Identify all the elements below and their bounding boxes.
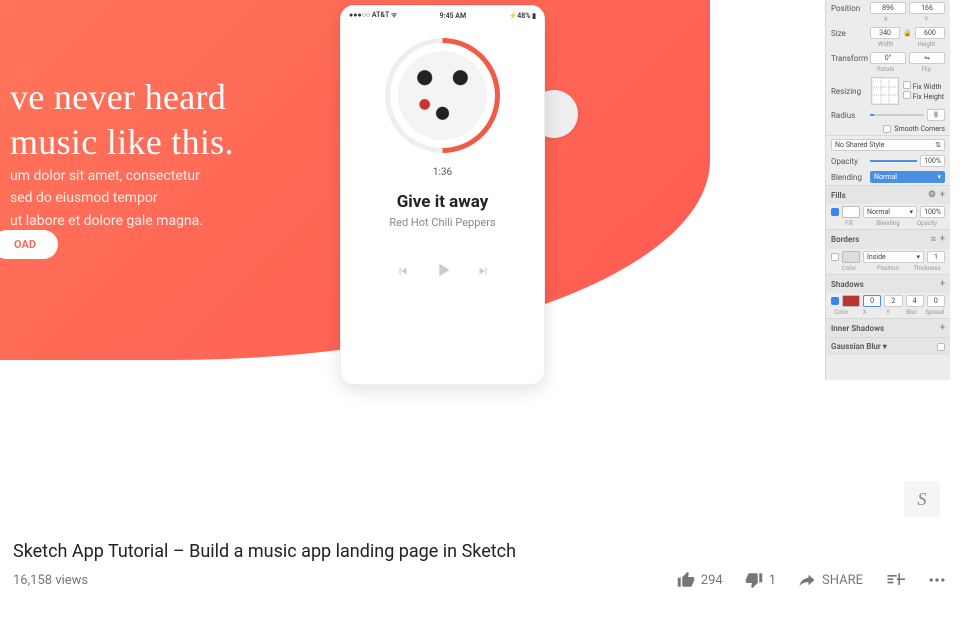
shadow-y-field[interactable]: 2 [884, 295, 902, 307]
border-thickness-field[interactable]: 1 [927, 251, 945, 263]
more-actions-button[interactable] [927, 570, 947, 590]
hero-body-line2: sed do eiusmod tempor [10, 187, 203, 209]
hero-headline-line2: music like this. [10, 120, 234, 165]
border-color-swatch[interactable] [842, 251, 860, 263]
dislike-count: 1 [769, 573, 776, 588]
rotate-field[interactable]: 0° [870, 52, 906, 64]
blending-label: Blending [831, 173, 867, 182]
lock-icon[interactable]: 🔒 [903, 29, 912, 37]
borders-section: Borders [831, 235, 859, 244]
view-count: 16,158 views [13, 573, 88, 588]
video-title: Sketch App Tutorial – Build a music app … [13, 541, 947, 562]
album-progress-ring [385, 38, 500, 153]
fix-height-checkbox[interactable]: Fix Height [903, 91, 945, 101]
share-label: SHARE [822, 573, 863, 588]
opacity-label: Opacity [831, 157, 867, 166]
hero-body: um dolor sit amet, consectetur sed do ei… [10, 165, 203, 232]
video-meta: Sketch App Tutorial – Build a music app … [13, 541, 947, 590]
sketch-canvas: ve never heard music like this. um dolor… [10, 0, 950, 527]
shadows-section: Shadows [831, 280, 864, 289]
track-artist: Red Hot Chili Peppers [341, 216, 544, 229]
like-button[interactable]: 294 [677, 571, 723, 589]
add-shadow-icon[interactable]: + [940, 279, 945, 289]
hero-body-line1: um dolor sit amet, consectetur [10, 165, 203, 187]
position-x-field[interactable]: 896 [870, 2, 906, 14]
smooth-corners-checkbox[interactable] [883, 125, 891, 133]
shadow-enabled-checkbox[interactable] [831, 297, 839, 305]
fill-color-swatch[interactable] [842, 206, 860, 218]
position-label: Position [831, 4, 867, 13]
carrier-label: ●●●○○ AT&T ᯤ [349, 11, 397, 20]
share-button[interactable]: SHARE [798, 571, 863, 589]
flip-control[interactable]: ⇋ [909, 52, 945, 64]
hero-headline-line1: ve never heard [10, 75, 234, 120]
resizing-label: Resizing [831, 87, 867, 96]
opacity-slider[interactable] [870, 160, 917, 162]
dislike-button[interactable]: 1 [745, 571, 776, 589]
next-track-icon[interactable] [476, 263, 490, 282]
shadow-spread-field[interactable]: 0 [927, 295, 945, 307]
shadow-x-field[interactable]: 0 [863, 295, 881, 307]
hero-headline: ve never heard music like this. [10, 75, 234, 165]
fill-enabled-checkbox[interactable] [831, 208, 839, 216]
battery-label: ⚡48% ▮ [509, 12, 536, 20]
size-height-field[interactable]: 600 [915, 27, 945, 39]
channel-watermark[interactable]: S [904, 481, 940, 517]
borders-menu-icon[interactable]: ≡ [931, 234, 936, 245]
gear-icon[interactable]: ⚙ [928, 190, 936, 200]
share-icon [798, 571, 816, 589]
gaussian-blur-section: Gaussian Blur ▾ [831, 342, 887, 351]
radius-field[interactable]: 8 [927, 109, 945, 121]
track-title: Give it away [341, 192, 544, 212]
album-cover [390, 43, 495, 148]
hero-body-line3: ut labore et dolore gale magna. [10, 210, 203, 232]
radius-slider[interactable] [870, 114, 924, 116]
status-bar: ●●●○○ AT&T ᯤ 9:45 AM ⚡48% ▮ [341, 6, 544, 20]
prev-track-icon[interactable] [396, 263, 410, 282]
play-icon[interactable] [432, 259, 454, 285]
thumbs-down-icon [745, 571, 763, 589]
video-actions: 294 1 SHARE [677, 570, 947, 590]
inner-shadows-section: Inner Shadows [831, 324, 884, 333]
gaussian-blur-checkbox[interactable] [937, 343, 945, 351]
clock-label: 9:45 AM [440, 12, 466, 20]
opacity-field[interactable]: 100% [920, 155, 945, 167]
transform-label: Transform [831, 54, 867, 63]
fill-blend-select[interactable]: Normal▾ [863, 206, 917, 218]
add-fill-icon[interactable]: + [940, 190, 945, 200]
shared-style-select[interactable]: No Shared Style⇅ [831, 139, 945, 151]
like-count: 294 [701, 573, 723, 588]
phone-mockup: ●●●○○ AT&T ᯤ 9:45 AM ⚡48% ▮ 1:36 Give it… [340, 5, 545, 385]
sketch-inspector-panel: Position 896 166 XY Size 340 🔒 600 Width… [825, 0, 950, 380]
position-y-field[interactable]: 166 [909, 2, 945, 14]
cta-download-button[interactable]: OAD [0, 230, 58, 259]
player-controls [341, 259, 544, 285]
blending-select[interactable]: Normal▾ [870, 171, 945, 183]
fix-width-checkbox[interactable]: Fix Width [903, 81, 945, 91]
size-label: Size [831, 29, 867, 38]
fills-section: Fills [831, 191, 846, 200]
album-artwork [398, 51, 486, 139]
border-position-select[interactable]: Inside▾ [863, 251, 924, 263]
border-enabled-checkbox[interactable] [831, 253, 839, 261]
timecode-label: 1:36 [341, 167, 544, 178]
save-to-playlist-button[interactable] [885, 570, 905, 590]
fill-opacity-field[interactable]: 100% [920, 206, 945, 218]
more-horizontal-icon [927, 570, 947, 590]
size-width-field[interactable]: 340 [870, 27, 900, 39]
resizing-anchor-grid[interactable] [871, 77, 899, 105]
add-border-icon[interactable]: + [940, 234, 945, 245]
shadow-blur-field[interactable]: 4 [906, 295, 924, 307]
thumbs-up-icon [677, 571, 695, 589]
shadow-color-swatch[interactable] [842, 295, 860, 307]
playlist-add-icon [885, 570, 905, 590]
add-inner-shadow-icon[interactable]: + [940, 323, 945, 333]
radius-label: Radius [831, 111, 867, 120]
video-player-frame: ve never heard music like this. um dolor… [10, 0, 950, 527]
